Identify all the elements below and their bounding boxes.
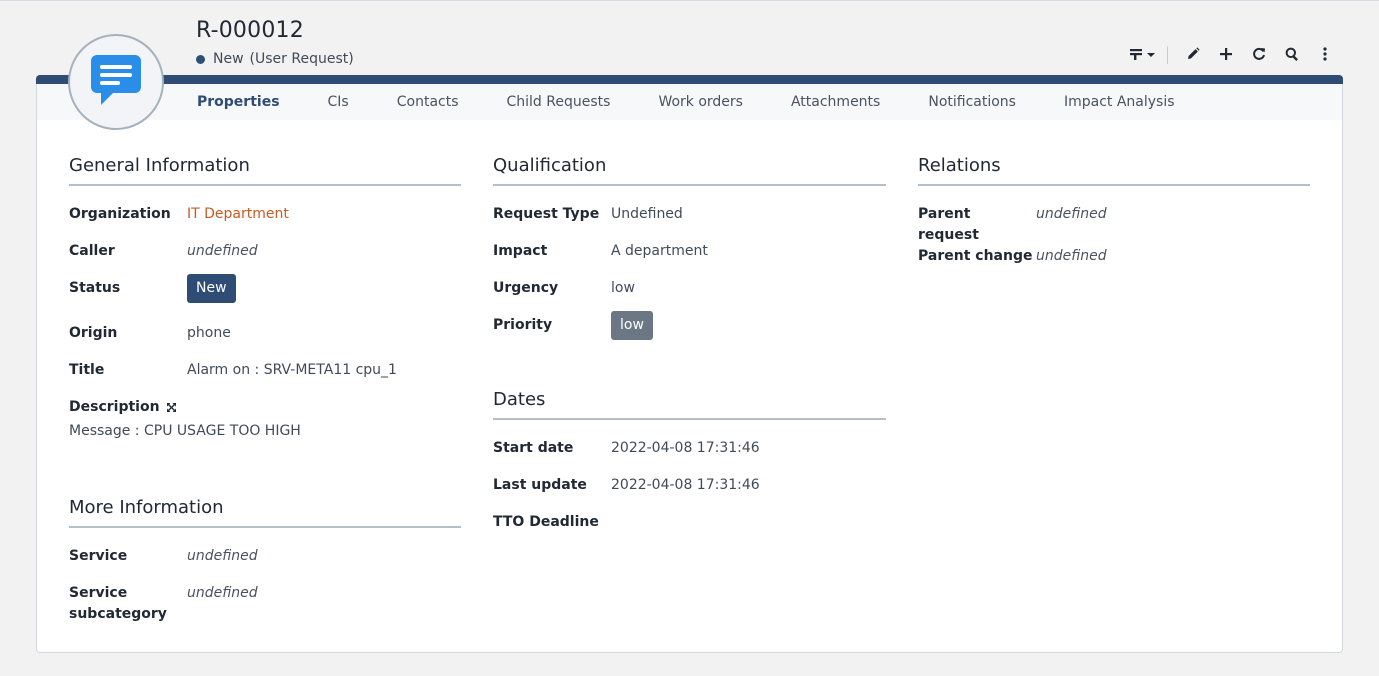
field-value: Undefined — [611, 206, 683, 222]
field-value: undefined — [187, 243, 258, 259]
field-parent-change: Parent change undefined — [918, 246, 1310, 283]
section-title-qualification: Qualification — [493, 155, 886, 186]
section-title-relations: Relations — [918, 155, 1310, 186]
field-title: Title Alarm on : SRV-META11 cpu_1 — [69, 360, 461, 397]
edit-button[interactable] — [1176, 43, 1209, 67]
tab-child-requests[interactable]: Child Requests — [507, 94, 611, 110]
field-impact: Impact A department — [493, 241, 886, 278]
tab-properties[interactable]: Properties — [197, 94, 280, 110]
object-type-label: (User Request) — [249, 51, 354, 67]
column-left: General Information Organization IT Depa… — [69, 155, 461, 625]
search-button[interactable] — [1275, 43, 1308, 67]
new-button[interactable] — [1209, 43, 1242, 67]
request-avatar — [68, 34, 164, 130]
field-start-date: Start date 2022-04-08 17:31:46 — [493, 438, 886, 475]
field-value: undefined — [1036, 248, 1107, 264]
more-actions-button[interactable] — [1308, 43, 1341, 67]
status-line: New (User Request) — [196, 51, 354, 67]
column-right: Relations Parent request undefined Paren… — [918, 155, 1310, 283]
field-service-subcategory: Service subcategory undefined — [69, 583, 461, 625]
page-title: R-000012 — [196, 18, 304, 43]
field-label: Service subcategory — [69, 585, 167, 622]
field-value: A department — [611, 243, 708, 259]
pencil-icon — [1186, 46, 1200, 65]
field-origin: Origin phone — [69, 323, 461, 360]
tab-notifications[interactable]: Notifications — [928, 94, 1016, 110]
more-vertical-icon — [1322, 46, 1328, 65]
field-urgency: Urgency low — [493, 278, 886, 315]
field-label: Description — [69, 399, 160, 415]
field-label: Service — [69, 548, 128, 564]
field-tto-deadline: TTO Deadline — [493, 512, 886, 549]
status-label: New — [213, 51, 244, 67]
object-details-panel: Properties CIs Contacts Child Requests W… — [36, 75, 1343, 653]
field-value: undefined — [1036, 206, 1107, 222]
column-middle: Qualification Request Type Undefined Imp… — [493, 155, 886, 549]
transitions-dropdown-button[interactable] — [1126, 43, 1159, 67]
tab-work-orders[interactable]: Work orders — [658, 94, 743, 110]
field-label: Parent change — [918, 248, 1033, 264]
field-status: Status New — [69, 274, 461, 323]
field-label: Origin — [69, 325, 118, 341]
field-organization: Organization IT Department — [69, 204, 461, 241]
section-title-dates: Dates — [493, 389, 886, 420]
field-parent-request: Parent request undefined — [918, 204, 1310, 246]
field-priority: Priority low — [493, 311, 886, 360]
field-label: Start date — [493, 440, 574, 456]
toolbar — [1126, 43, 1341, 67]
field-value: 2022-04-08 17:31:46 — [611, 477, 760, 493]
refresh-icon — [1252, 46, 1266, 65]
field-label: Impact — [493, 243, 548, 259]
organization-link[interactable]: IT Department — [187, 204, 289, 225]
field-value: undefined — [187, 585, 258, 601]
field-label: Organization — [69, 206, 171, 222]
field-description: Description Message : CPU USAGE TOO HIGH — [69, 397, 461, 442]
field-label: Title — [69, 362, 105, 378]
transitions-dropdown-icon — [1129, 46, 1157, 65]
field-label: TTO Deadline — [493, 514, 599, 530]
priority-badge: low — [611, 311, 653, 340]
panel-accent-bar — [36, 75, 1343, 84]
field-value: low — [611, 280, 635, 296]
section-title-general: General Information — [69, 155, 461, 186]
field-caller: Caller undefined — [69, 241, 461, 278]
tab-impact-analysis[interactable]: Impact Analysis — [1064, 94, 1175, 110]
field-label: Status — [69, 280, 121, 296]
field-label: Last update — [493, 477, 587, 493]
section-title-more: More Information — [69, 497, 461, 528]
plus-icon — [1219, 46, 1233, 65]
field-value: undefined — [187, 548, 258, 564]
object-header: R-000012 New (User Request) — [0, 1, 1379, 130]
tab-bar: Properties CIs Contacts Child Requests W… — [37, 84, 1342, 120]
tab-cis[interactable]: CIs — [328, 94, 349, 110]
chat-message-icon — [89, 53, 143, 111]
field-service: Service undefined — [69, 546, 461, 583]
field-label: Request Type — [493, 206, 600, 222]
tab-contacts[interactable]: Contacts — [397, 94, 459, 110]
tab-attachments[interactable]: Attachments — [791, 94, 880, 110]
status-badge: New — [187, 274, 236, 303]
field-request-type: Request Type Undefined — [493, 204, 886, 241]
field-label: Urgency — [493, 280, 559, 296]
field-value: Alarm on : SRV-META11 cpu_1 — [187, 362, 397, 378]
field-value: phone — [187, 325, 231, 341]
field-value: 2022-04-08 17:31:46 — [611, 440, 760, 456]
toolbar-separator — [1167, 46, 1168, 64]
expand-icon[interactable] — [166, 402, 177, 413]
field-label: Priority — [493, 317, 553, 333]
search-icon — [1285, 46, 1299, 65]
field-label: Caller — [69, 243, 115, 259]
field-last-update: Last update 2022-04-08 17:31:46 — [493, 475, 886, 512]
refresh-button[interactable] — [1242, 43, 1275, 67]
description-text: Message : CPU USAGE TOO HIGH — [69, 423, 301, 439]
field-label: Parent request — [918, 206, 979, 243]
status-dot — [196, 54, 205, 64]
